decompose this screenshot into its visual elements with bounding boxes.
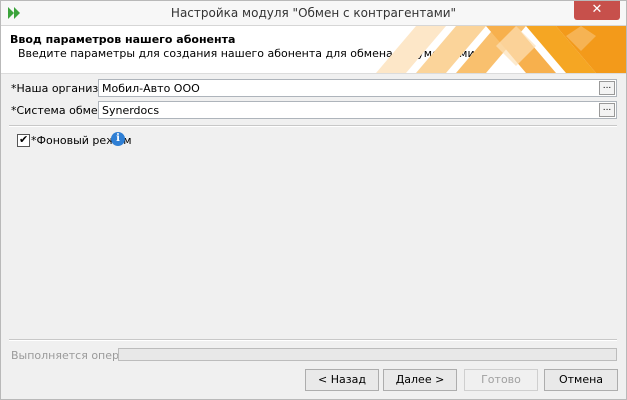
back-button[interactable]: < Назад [305, 369, 379, 391]
background-mode-checkbox[interactable]: ✔ [17, 133, 30, 147]
title-bar[interactable]: Настройка модуля "Обмен с контрагентами"… [1, 1, 626, 26]
operation-progress-bar [118, 348, 617, 361]
header-decoration [376, 26, 626, 73]
footer-divider [9, 339, 617, 341]
header-title: Ввод параметров нашего абонента [10, 33, 236, 46]
close-icon: ✕ [591, 2, 603, 17]
info-icon[interactable]: i [111, 132, 125, 146]
dialog-window: Настройка модуля "Обмен с контрагентами"… [0, 0, 627, 400]
exchange-system-select-button[interactable]: ... [599, 103, 615, 117]
organization-field[interactable]: Мобил-Авто ООО ... [98, 79, 617, 97]
close-button[interactable]: ✕ [574, 1, 620, 20]
organization-select-button[interactable]: ... [599, 81, 615, 95]
organization-value: Мобил-Авто ООО [102, 82, 200, 95]
exchange-system-field[interactable]: Synerdocs ... [98, 101, 617, 119]
next-button[interactable]: Далее > [383, 369, 457, 391]
finish-button[interactable]: Готово [464, 369, 538, 391]
wizard-header: Ввод параметров нашего абонента Введите … [1, 26, 626, 74]
divider [9, 125, 617, 127]
cancel-button[interactable]: Отмена [544, 369, 618, 391]
exchange-system-value: Synerdocs [102, 104, 160, 117]
window-title: Настройка модуля "Обмен с контрагентами" [170, 6, 457, 20]
check-icon: ✔ [19, 133, 29, 146]
